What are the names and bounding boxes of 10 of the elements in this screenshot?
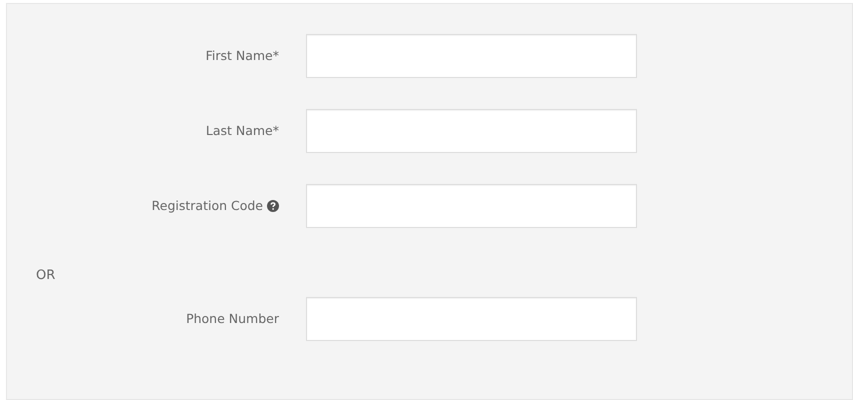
input-field[interactable] [306,34,637,78]
input-field[interactable] [306,297,637,341]
field-label: Phone Number [186,310,279,328]
input-field[interactable] [306,184,637,228]
input-field[interactable] [306,109,637,153]
field-label: Last Name* [206,122,279,140]
help-icon[interactable] [267,200,279,212]
or-separator: OR [36,267,56,286]
field-label: First Name* [206,46,279,65]
field-label: Registration Code [152,196,263,215]
